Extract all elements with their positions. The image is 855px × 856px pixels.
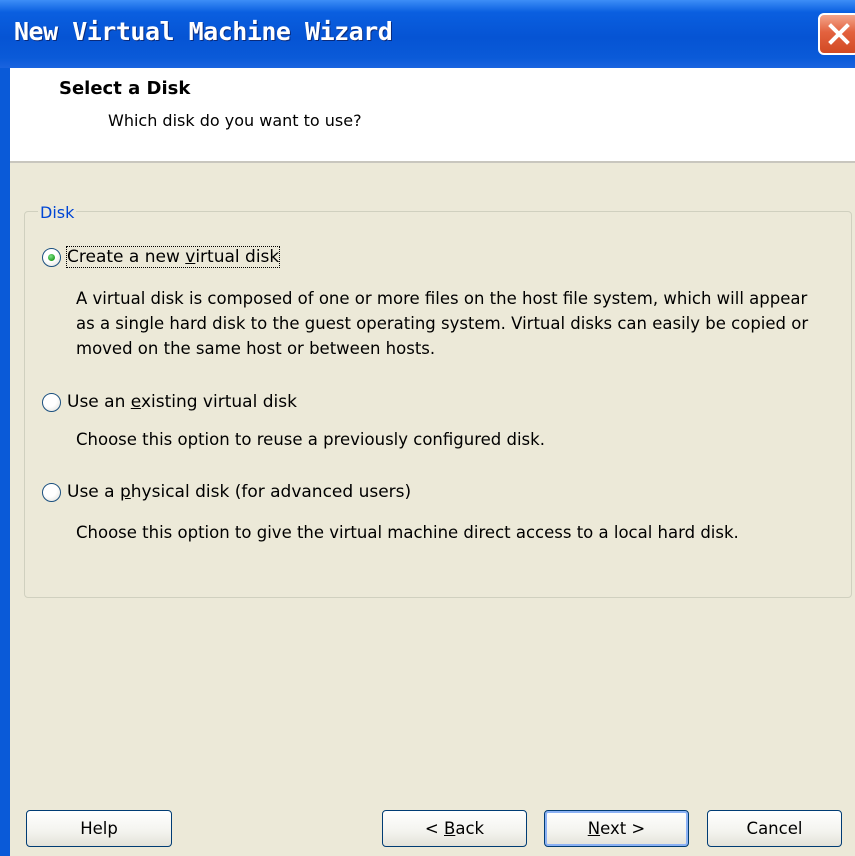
- window-title: New Virtual Machine Wizard: [14, 17, 393, 46]
- groupbox-legend: Disk: [38, 203, 77, 222]
- back-button-label: < Back: [424, 819, 485, 838]
- help-button-label: Help: [80, 819, 118, 838]
- close-icon: [828, 23, 850, 45]
- radio-label[interactable]: Create a new virtual disk: [65, 246, 281, 268]
- help-button[interactable]: Help: [26, 810, 172, 847]
- page-title: Select a Disk: [59, 78, 191, 99]
- option-description: A virtual disk is composed of one or mor…: [76, 289, 809, 358]
- window-frame-left: [0, 68, 10, 856]
- radio-button-selected[interactable]: [42, 247, 61, 267]
- next-button[interactable]: Next >: [544, 810, 689, 847]
- option-description: Choose this option to give the virtual m…: [76, 523, 739, 542]
- radio-button[interactable]: [42, 392, 61, 412]
- radio-use-existing-disk[interactable]: Use an existing virtual disk: [42, 392, 297, 412]
- wizard-content: Disk Create a new virtual disk A virtual…: [10, 163, 855, 856]
- radio-button[interactable]: [42, 482, 61, 502]
- radio-use-physical-disk[interactable]: Use a physical disk (for advanced users): [42, 482, 411, 502]
- close-button[interactable]: [818, 13, 855, 55]
- radio-create-new-disk[interactable]: Create a new virtual disk: [42, 246, 281, 268]
- cancel-button-label: Cancel: [746, 819, 803, 838]
- next-button-label: Next >: [587, 819, 646, 838]
- page-subtitle: Which disk do you want to use?: [108, 111, 362, 130]
- wizard-header: Select a Disk Which disk do you want to …: [10, 68, 855, 163]
- option-description: Choose this option to reuse a previously…: [76, 430, 545, 449]
- back-button[interactable]: < Back: [382, 810, 527, 847]
- title-bar[interactable]: New Virtual Machine Wizard: [0, 0, 855, 68]
- radio-label[interactable]: Use a physical disk (for advanced users): [67, 482, 411, 502]
- cancel-button[interactable]: Cancel: [707, 810, 842, 847]
- radio-label[interactable]: Use an existing virtual disk: [67, 392, 297, 412]
